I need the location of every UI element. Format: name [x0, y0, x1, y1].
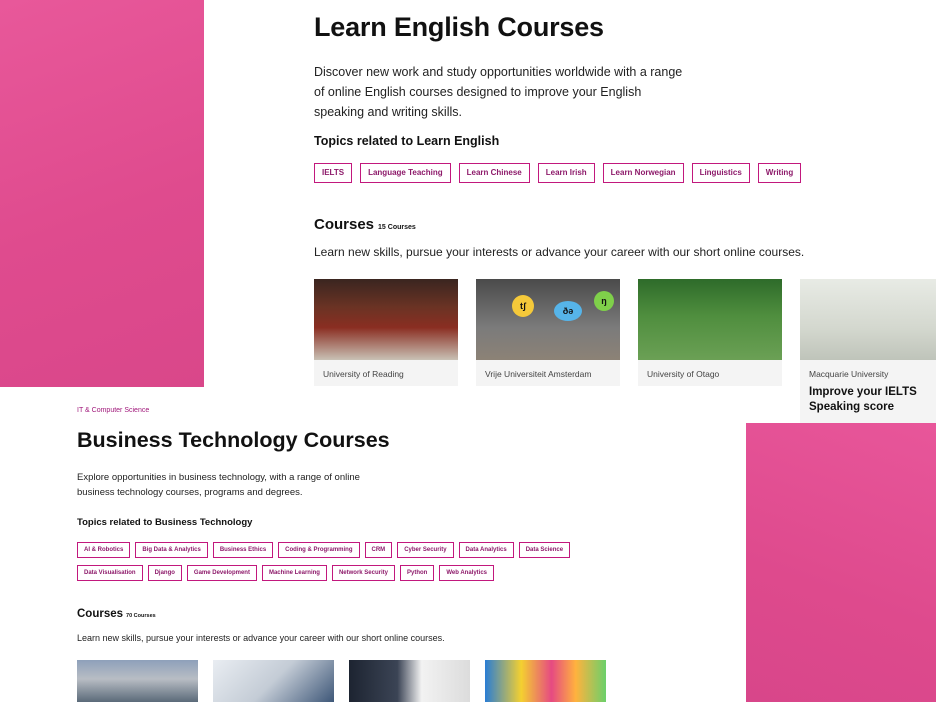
topic-tags-row-1: AI & Robotics Big Data & Analytics Busin…	[77, 542, 571, 558]
courses-heading: Courses 15 Courses	[314, 216, 416, 233]
page-title: Business Technology Courses	[77, 428, 390, 452]
topic-tag-web-analytics[interactable]: Web Analytics	[439, 565, 495, 581]
course-card[interactable]: Macquarie University Improve your IELTS …	[800, 279, 936, 423]
topic-tag-cyber-security[interactable]: Cyber Security	[397, 542, 454, 558]
course-card[interactable]: University of Reading	[314, 279, 458, 386]
course-university: Macquarie University	[809, 369, 889, 379]
page-title: Learn English Courses	[314, 12, 604, 42]
courses-intro: Learn new skills, pursue your interests …	[314, 245, 805, 259]
topic-tag-ai-robotics[interactable]: AI & Robotics	[77, 542, 131, 558]
topic-tag-learn-chinese[interactable]: Learn Chinese	[458, 163, 530, 183]
courses-count: 70 Courses	[126, 613, 156, 619]
topic-tags: IELTS Language Teaching Learn Chinese Le…	[314, 163, 802, 183]
pink-background-block-top	[0, 0, 204, 387]
topic-tag-data-analytics[interactable]: Data Analytics	[458, 542, 514, 558]
course-thumbnail[interactable]	[77, 660, 198, 702]
topic-tag-big-data-analytics[interactable]: Big Data & Analytics	[135, 542, 208, 558]
course-image	[800, 279, 936, 360]
course-title: Improve your IELTS Speaking score	[809, 386, 917, 413]
business-technology-panel: IT & Computer Science Business Technolog…	[0, 387, 746, 702]
topic-tag-django[interactable]: Django	[147, 565, 182, 581]
topic-tag-business-ethics[interactable]: Business Ethics	[212, 542, 274, 558]
topic-tag-network-security[interactable]: Network Security	[331, 565, 395, 581]
courses-intro: Learn new skills, pursue your interests …	[77, 633, 445, 643]
courses-count: 15 Courses	[378, 224, 416, 231]
topic-tag-python[interactable]: Python	[400, 565, 435, 581]
course-thumbnail[interactable]	[213, 660, 334, 702]
topic-tag-data-visualisation[interactable]: Data Visualisation	[77, 565, 143, 581]
course-image	[314, 279, 458, 360]
category-label[interactable]: IT & Computer Science	[77, 407, 149, 414]
topic-tag-data-science[interactable]: Data Science	[518, 542, 571, 558]
topic-tag-writing[interactable]: Writing	[757, 163, 802, 183]
course-thumbnail[interactable]	[485, 660, 606, 702]
topic-tag-language-teaching[interactable]: Language Teaching	[360, 163, 451, 183]
topic-tag-machine-learning[interactable]: Machine Learning	[261, 565, 327, 581]
courses-heading-label: Courses	[314, 216, 375, 233]
course-image	[638, 279, 782, 360]
topic-tag-linguistics[interactable]: Linguistics	[691, 163, 750, 183]
course-university: University of Reading	[323, 369, 404, 379]
topic-tag-learn-irish[interactable]: Learn Irish	[537, 163, 595, 183]
topics-heading: Topics related to Business Technology	[77, 517, 253, 528]
course-image: tʃ ðə ŋ	[476, 279, 620, 360]
learn-english-panel: Learn English Courses Discover new work …	[204, 0, 936, 423]
phonetic-bubble: ŋ	[594, 291, 614, 311]
topic-tag-ielts[interactable]: IELTS	[314, 163, 353, 183]
courses-heading: Courses 70 Courses	[77, 608, 156, 620]
course-thumbnail[interactable]	[349, 660, 470, 702]
course-university: University of Otago	[647, 369, 720, 379]
topic-tag-coding-programming[interactable]: Coding & Programming	[278, 542, 360, 558]
page-description: Discover new work and study opportunitie…	[314, 65, 683, 119]
pink-background-block-bottom	[746, 423, 936, 702]
page-description: Explore opportunities in business techno…	[77, 472, 360, 498]
phonetic-bubble: tʃ	[512, 295, 534, 317]
phonetic-bubble: ðə	[554, 301, 582, 321]
course-university: Vrije Universiteit Amsterdam	[485, 369, 592, 379]
topics-heading: Topics related to Learn English	[314, 134, 500, 148]
course-card[interactable]: tʃ ðə ŋ Vrije Universiteit Amsterdam	[476, 279, 620, 386]
courses-heading-label: Courses	[77, 608, 124, 620]
topic-tag-crm[interactable]: CRM	[364, 542, 393, 558]
topic-tags-row-2: Data Visualisation Django Game Developme…	[77, 565, 495, 581]
course-card[interactable]: University of Otago	[638, 279, 782, 386]
topic-tag-learn-norwegian[interactable]: Learn Norwegian	[602, 163, 684, 183]
topic-tag-game-development[interactable]: Game Development	[186, 565, 257, 581]
